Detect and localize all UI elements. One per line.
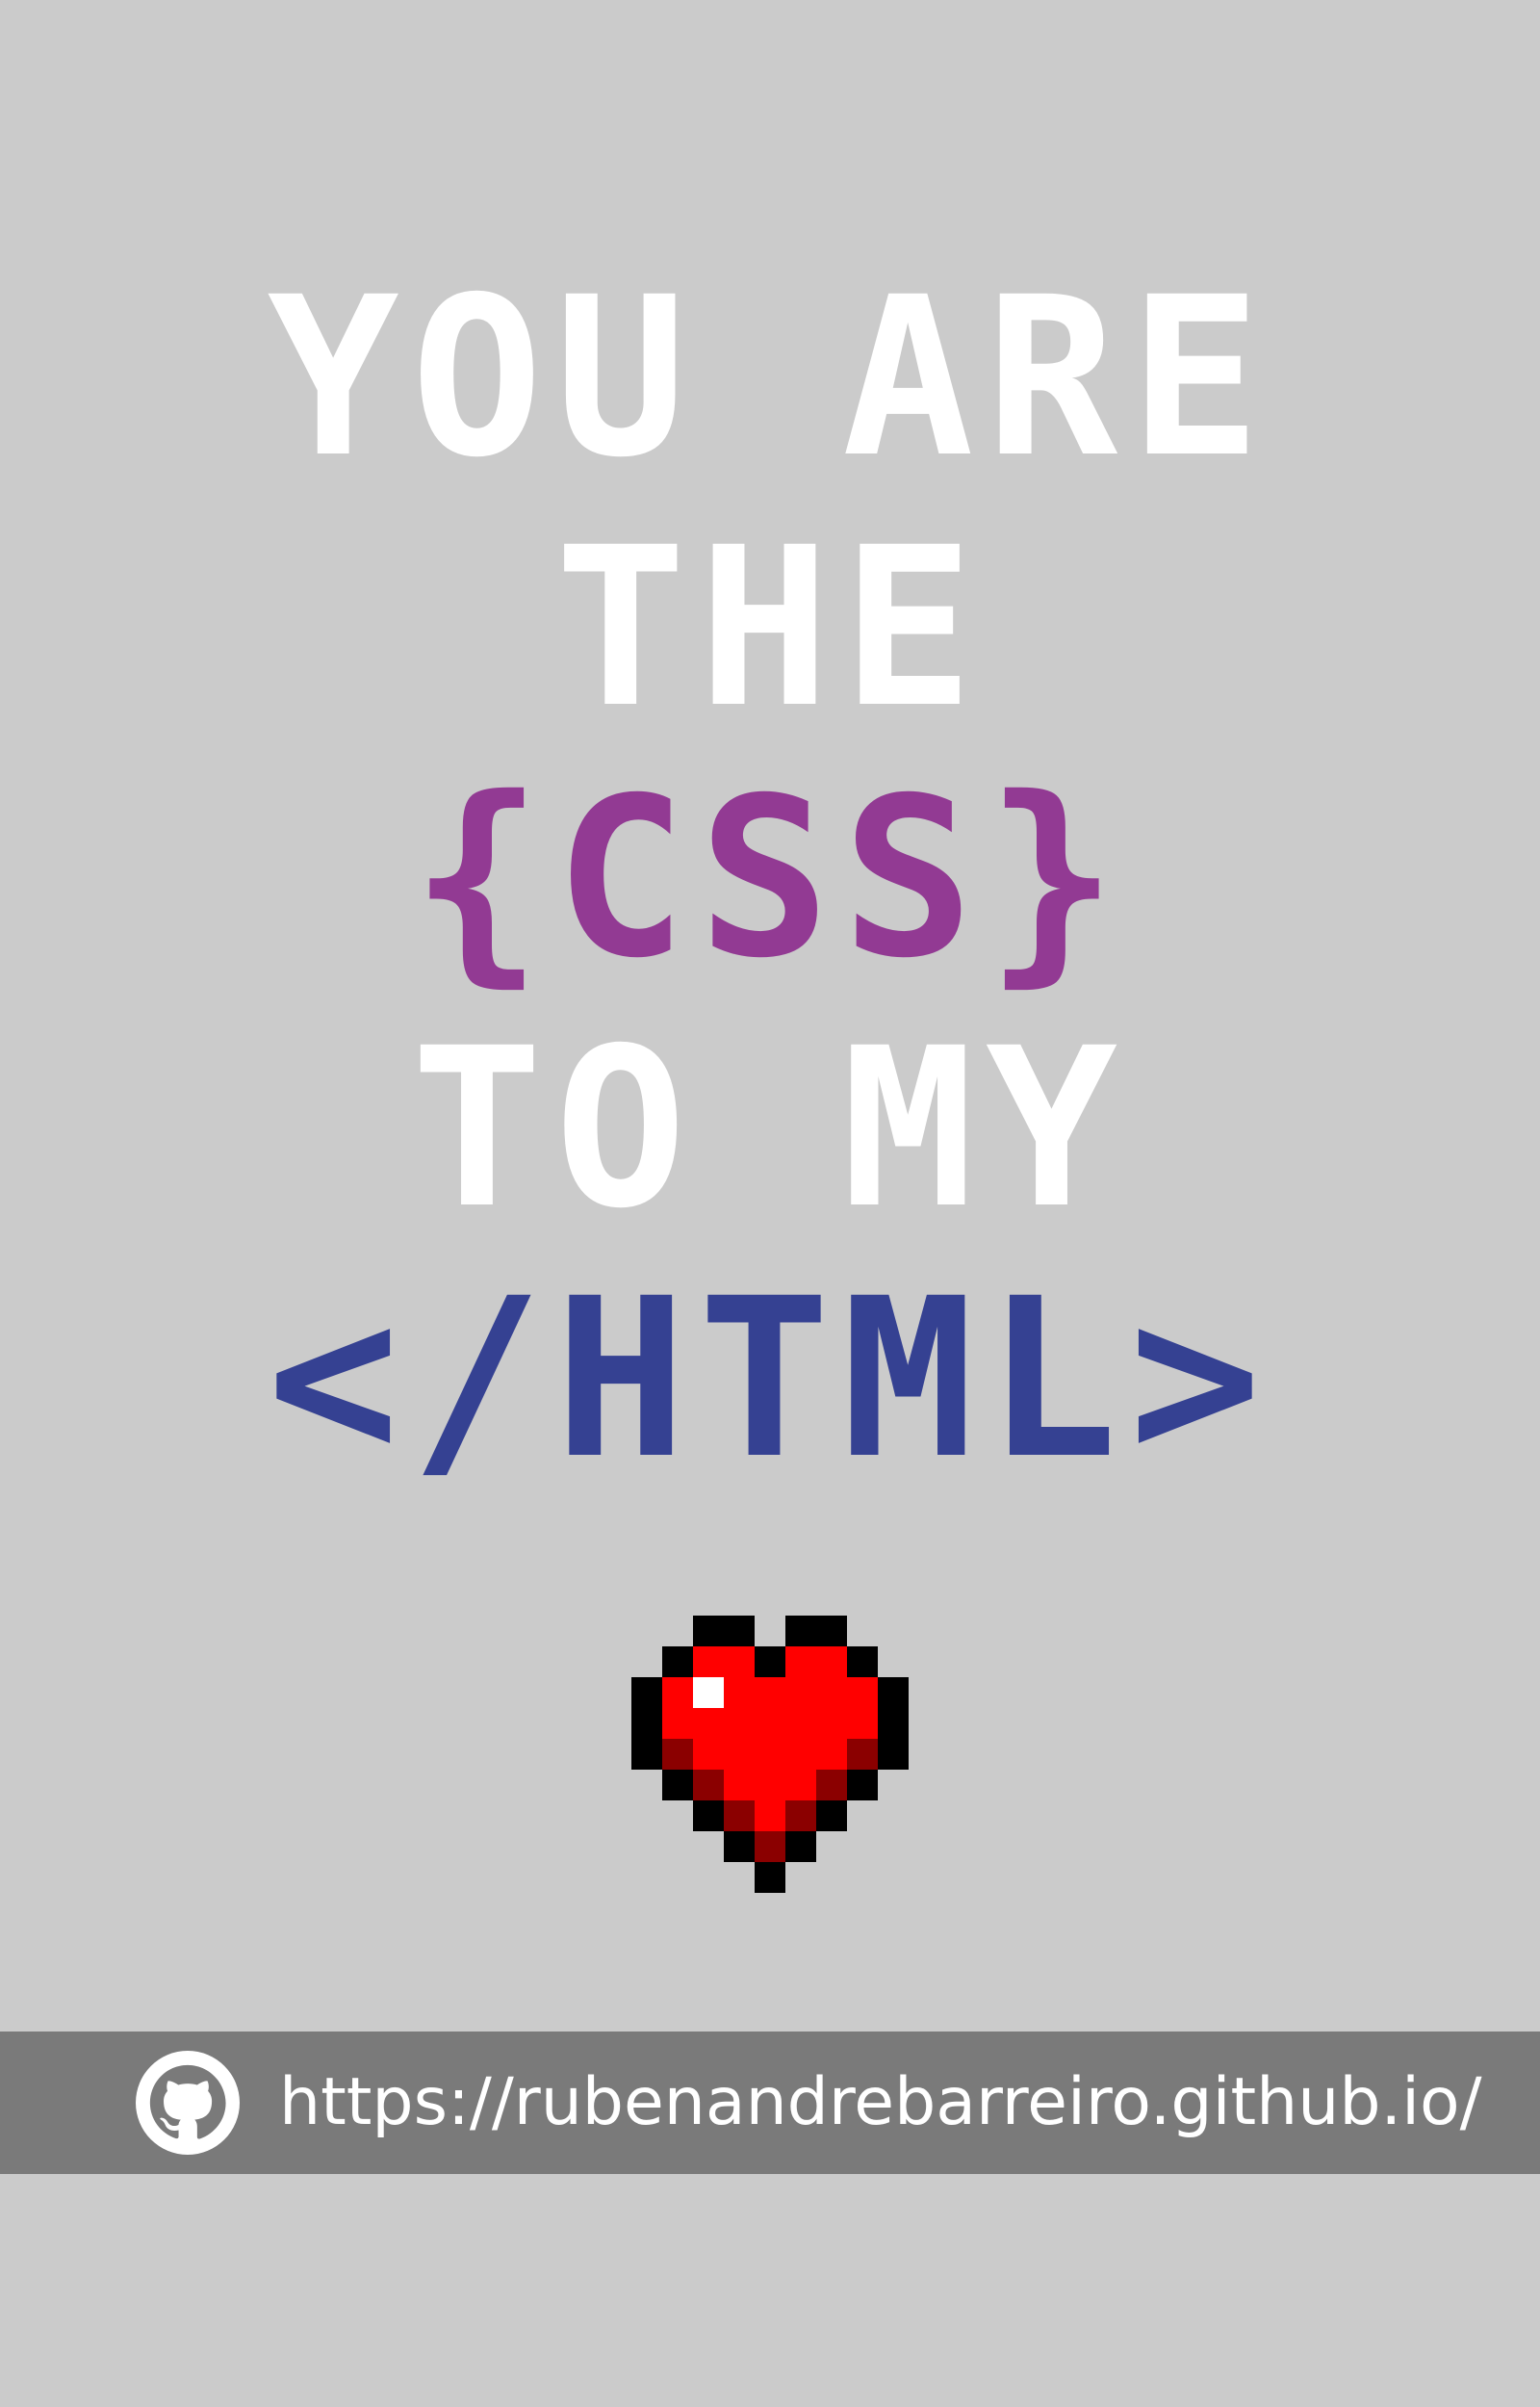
github-icon[interactable] <box>136 2051 240 2155</box>
pixel-heart-icon <box>631 1616 909 1893</box>
headline-line-to-my: TO MY <box>410 1000 1130 1256</box>
headline-line-you-are: YOU ARE <box>267 249 1273 505</box>
footer-bar: https://rubenandrebarreiro.github.io/ <box>0 2032 1540 2174</box>
headline-line-css: {CSS} <box>410 750 1130 1006</box>
footer-url-link[interactable]: https://rubenandrebarreiro.github.io/ <box>279 2032 1482 2174</box>
headline-line-html: </HTML> <box>267 1251 1273 1507</box>
headline-line-the: THE <box>554 500 986 756</box>
